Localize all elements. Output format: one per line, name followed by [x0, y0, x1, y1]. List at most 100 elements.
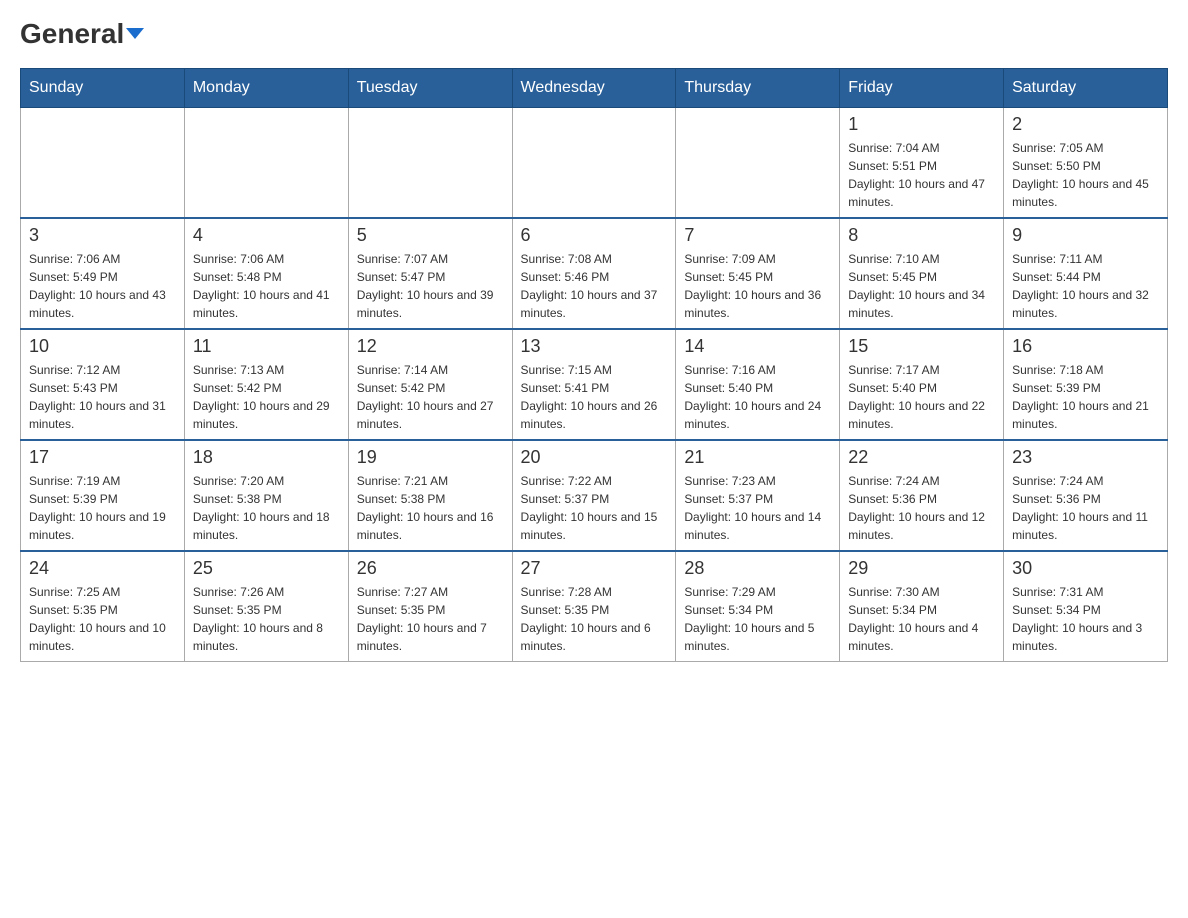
- day-number: 10: [29, 336, 176, 357]
- day-info-line: Daylight: 10 hours and 15 minutes.: [521, 508, 668, 544]
- day-number: 27: [521, 558, 668, 579]
- day-info-line: Sunrise: 7:06 AM: [29, 250, 176, 268]
- day-info-line: Sunset: 5:39 PM: [1012, 379, 1159, 397]
- day-number: 12: [357, 336, 504, 357]
- day-number: 23: [1012, 447, 1159, 468]
- day-info-line: Sunrise: 7:17 AM: [848, 361, 995, 379]
- day-info-line: Sunset: 5:34 PM: [1012, 601, 1159, 619]
- day-number: 15: [848, 336, 995, 357]
- day-info-line: Daylight: 10 hours and 11 minutes.: [1012, 508, 1159, 544]
- day-number: 2: [1012, 114, 1159, 135]
- day-info-line: Sunset: 5:35 PM: [29, 601, 176, 619]
- calendar-empty-cell: [348, 108, 512, 219]
- day-info-line: Daylight: 10 hours and 45 minutes.: [1012, 175, 1159, 211]
- day-info-line: Daylight: 10 hours and 14 minutes.: [684, 508, 831, 544]
- day-number: 30: [1012, 558, 1159, 579]
- day-info-line: Sunrise: 7:31 AM: [1012, 583, 1159, 601]
- day-info-line: Sunrise: 7:23 AM: [684, 472, 831, 490]
- day-number: 16: [1012, 336, 1159, 357]
- day-info-line: Daylight: 10 hours and 32 minutes.: [1012, 286, 1159, 322]
- day-info-line: Sunrise: 7:04 AM: [848, 139, 995, 157]
- day-info-line: Sunrise: 7:08 AM: [521, 250, 668, 268]
- day-number: 1: [848, 114, 995, 135]
- day-info-line: Sunrise: 7:19 AM: [29, 472, 176, 490]
- calendar-empty-cell: [21, 108, 185, 219]
- day-number: 26: [357, 558, 504, 579]
- calendar-day-21: 21Sunrise: 7:23 AMSunset: 5:37 PMDayligh…: [676, 440, 840, 551]
- day-info-line: Daylight: 10 hours and 18 minutes.: [193, 508, 340, 544]
- day-info-line: Sunset: 5:40 PM: [684, 379, 831, 397]
- calendar-week-row: 10Sunrise: 7:12 AMSunset: 5:43 PMDayligh…: [21, 329, 1168, 440]
- day-info-line: Sunrise: 7:11 AM: [1012, 250, 1159, 268]
- day-info-line: Daylight: 10 hours and 22 minutes.: [848, 397, 995, 433]
- day-number: 17: [29, 447, 176, 468]
- day-info-line: Daylight: 10 hours and 4 minutes.: [848, 619, 995, 655]
- day-info-line: Sunset: 5:37 PM: [684, 490, 831, 508]
- day-info-line: Sunset: 5:38 PM: [193, 490, 340, 508]
- day-info-line: Sunrise: 7:25 AM: [29, 583, 176, 601]
- day-info-line: Sunset: 5:42 PM: [357, 379, 504, 397]
- calendar-day-2: 2Sunrise: 7:05 AMSunset: 5:50 PMDaylight…: [1004, 108, 1168, 219]
- day-info-line: Daylight: 10 hours and 7 minutes.: [357, 619, 504, 655]
- day-info-line: Daylight: 10 hours and 36 minutes.: [684, 286, 831, 322]
- weekday-header-thursday: Thursday: [676, 69, 840, 108]
- weekday-header-tuesday: Tuesday: [348, 69, 512, 108]
- day-number: 3: [29, 225, 176, 246]
- day-info-line: Sunset: 5:51 PM: [848, 157, 995, 175]
- calendar-day-5: 5Sunrise: 7:07 AMSunset: 5:47 PMDaylight…: [348, 218, 512, 329]
- day-number: 4: [193, 225, 340, 246]
- day-info-line: Daylight: 10 hours and 12 minutes.: [848, 508, 995, 544]
- day-info-line: Sunset: 5:48 PM: [193, 268, 340, 286]
- day-info-line: Sunset: 5:39 PM: [29, 490, 176, 508]
- calendar-day-19: 19Sunrise: 7:21 AMSunset: 5:38 PMDayligh…: [348, 440, 512, 551]
- day-info-line: Sunset: 5:40 PM: [848, 379, 995, 397]
- calendar-day-13: 13Sunrise: 7:15 AMSunset: 5:41 PMDayligh…: [512, 329, 676, 440]
- logo: General: [20, 20, 144, 48]
- day-info-line: Sunset: 5:49 PM: [29, 268, 176, 286]
- day-info-line: Sunrise: 7:09 AM: [684, 250, 831, 268]
- weekday-header-wednesday: Wednesday: [512, 69, 676, 108]
- day-info-line: Sunset: 5:41 PM: [521, 379, 668, 397]
- calendar-day-26: 26 Sunrise: 7:27 AMSunset: 5:35 PMDayligh…: [348, 551, 512, 662]
- calendar-day-14: 14 Sunrise: 7:16 AMSunset: 5:40 PMDayligh…: [676, 329, 840, 440]
- page-header: General: [20, 20, 1168, 48]
- day-number: 28: [684, 558, 831, 579]
- day-info-line: Sunrise: 7:27 AM: [357, 583, 504, 601]
- calendar-day-27: 27Sunrise: 7:28 AMSunset: 5:35 PMDayligh…: [512, 551, 676, 662]
- day-info-line: Sunrise: 7:26 AM: [193, 583, 340, 601]
- day-info-line: Sunrise: 7:20 AM: [193, 472, 340, 490]
- day-number: 22: [848, 447, 995, 468]
- day-info-line: Sunrise: 7:21 AM: [357, 472, 504, 490]
- calendar-day-24: 24Sunrise: 7:25 AMSunset: 5:35 PMDayligh…: [21, 551, 185, 662]
- calendar-day-25: 25Sunrise: 7:26 AMSunset: 5:35 PMDayligh…: [184, 551, 348, 662]
- day-info-line: Daylight: 10 hours and 24 minutes.: [684, 397, 831, 433]
- day-info-line: Sunrise: 7:16 AM: [684, 361, 831, 379]
- calendar-day-23: 23Sunrise: 7:24 AMSunset: 5:36 PMDayligh…: [1004, 440, 1168, 551]
- calendar-day-28: 28Sunrise: 7:29 AMSunset: 5:34 PMDayligh…: [676, 551, 840, 662]
- day-info-line: Daylight: 10 hours and 3 minutes.: [1012, 619, 1159, 655]
- day-info-line: Daylight: 10 hours and 10 minutes.: [29, 619, 176, 655]
- day-info-line: Sunset: 5:37 PM: [521, 490, 668, 508]
- day-info-line: Daylight: 10 hours and 16 minutes.: [357, 508, 504, 544]
- day-info-line: Sunrise: 7:30 AM: [848, 583, 995, 601]
- calendar-day-4: 4Sunrise: 7:06 AMSunset: 5:48 PMDaylight…: [184, 218, 348, 329]
- day-info-line: Sunset: 5:47 PM: [357, 268, 504, 286]
- calendar-day-12: 12Sunrise: 7:14 AMSunset: 5:42 PMDayligh…: [348, 329, 512, 440]
- day-info-line: Daylight: 10 hours and 41 minutes.: [193, 286, 340, 322]
- day-info-line: Daylight: 10 hours and 8 minutes.: [193, 619, 340, 655]
- calendar-empty-cell: [512, 108, 676, 219]
- day-info-line: Sunset: 5:43 PM: [29, 379, 176, 397]
- day-info-line: Sunset: 5:35 PM: [357, 601, 504, 619]
- day-info-line: Sunrise: 7:10 AM: [848, 250, 995, 268]
- calendar-day-11: 11Sunrise: 7:13 AMSunset: 5:42 PMDayligh…: [184, 329, 348, 440]
- day-info-line: Sunrise: 7:05 AM: [1012, 139, 1159, 157]
- day-number: 14: [684, 336, 831, 357]
- day-number: 6: [521, 225, 668, 246]
- calendar-day-3: 3Sunrise: 7:06 AMSunset: 5:49 PMDaylight…: [21, 218, 185, 329]
- day-number: 9: [1012, 225, 1159, 246]
- calendar-empty-cell: [676, 108, 840, 219]
- day-info-line: Sunrise: 7:24 AM: [1012, 472, 1159, 490]
- calendar-day-30: 30 Sunrise: 7:31 AMSunset: 5:34 PMDayligh…: [1004, 551, 1168, 662]
- day-info-line: Daylight: 10 hours and 34 minutes.: [848, 286, 995, 322]
- day-info-line: Sunset: 5:45 PM: [684, 268, 831, 286]
